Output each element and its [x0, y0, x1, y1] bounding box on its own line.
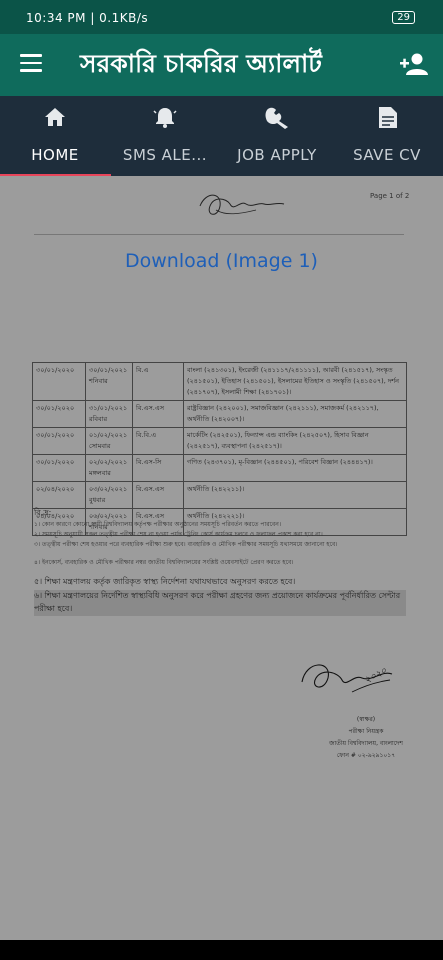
note-item: ৫। শিক্ষা মন্ত্রণালয় কর্তৃক জারিকৃত স্ব… [34, 577, 296, 586]
download-link[interactable]: Download (Image 1) [0, 250, 443, 272]
tab-sms-alert[interactable]: SMS ALE... [110, 96, 220, 176]
note-item: ৪। ইনকোর্স, ব্যবহারিক ও মৌখিক পরীক্ষার ন… [34, 559, 294, 566]
table-cell: অর্থনীতি (২৪২২১১)। [183, 481, 407, 509]
battery-icon: 29 [392, 11, 415, 24]
table-cell: বি.বি.এ [132, 427, 184, 455]
notice-content[interactable]: Page 1 of 2 Download (Image 1) ৩০/০১/২০২… [0, 176, 443, 940]
page-number: Page 1 of 2 [370, 192, 410, 200]
table-cell: ৩০/০১/২০২০ [32, 454, 86, 482]
home-icon [45, 108, 65, 126]
signature-bottom [301, 664, 393, 693]
signatory-line: পরীক্ষা নিয়ন্ত্রক [348, 728, 384, 735]
signatory-line: ফোন # ০২-৯২৯১০১৭ [336, 752, 396, 759]
signatory-line: (স্বাক্ষর) [356, 716, 376, 723]
tab-save-cv[interactable]: SAVE CV [332, 96, 442, 176]
wrench-icon [265, 107, 288, 129]
tab-home[interactable]: HOME [0, 96, 110, 176]
table-cell: ০২/০৪/২০২০ [32, 481, 86, 509]
menu-icon[interactable] [20, 54, 42, 72]
status-left: 10:34 PM | 0.1KB/s [26, 11, 149, 25]
table-cell: রাষ্ট্রবিজ্ঞান (২৪২০০১), সমাজবিজ্ঞান (২৪… [183, 400, 407, 428]
table-cell: বি.এস.এস [132, 400, 184, 428]
table-cell: ৩০/০১/২০২০ [32, 400, 86, 428]
document-icon [379, 107, 397, 128]
tab-home-label: HOME [31, 146, 79, 164]
note-item: ৩। তত্ত্বীয় পরীক্ষা শেষ হওয়ার পরে ব্যব… [34, 541, 338, 548]
table-cell: ৩১/০১/২০২১ রবিবার [85, 400, 133, 428]
tab-job-apply[interactable]: JOB APPLY [222, 96, 332, 176]
divider [34, 234, 404, 235]
tab-save-cv-label: SAVE CV [353, 146, 421, 164]
signatory-line: জাতীয় বিশ্ববিদ্যালয়, বাংলাদেশ [329, 740, 403, 747]
table-cell: বাংলা (২৪১৩০১), ইংরেজী (২৪১১১৭/২৪১১১১), … [183, 362, 407, 401]
table-cell: বি.এ [132, 362, 184, 401]
tab-bar: HOME SMS ALE... JOB APPLY SAVE CV [0, 96, 443, 176]
table-cell: ৩০/০১/২০২০ [32, 362, 86, 401]
tab-sms-alert-label: SMS ALE... [122, 146, 208, 164]
table-row: ৩০/০১/২০২০ ০২/০২/২০২১ মঙ্গলবার বি.এস-সি … [32, 454, 407, 482]
bell-icon [153, 108, 177, 128]
add-user-icon[interactable] [399, 51, 429, 77]
table-cell: ০২/০২/২০২১ মঙ্গলবার [85, 454, 133, 482]
app-bar: সরকারি চাকরির অ্যালার্ট [0, 34, 443, 96]
network-speed: 0.1KB/s [99, 11, 149, 25]
table-row: ৩০/০১/২০২০ ০১/০২/২০২১ সোমবার বি.বি.এ মার… [32, 427, 407, 455]
table-cell: বি.এস.এস [132, 481, 184, 509]
highlighted-note: ৬। শিক্ষা মন্ত্রণালয়ের নির্দেশিত স্বাস্… [34, 590, 406, 616]
status-bar: 10:34 PM | 0.1KB/s 29 [0, 0, 443, 34]
table-row: ৩০/০১/২০২০ ৩১/০১/২০২১ রবিবার বি.এস.এস রা… [32, 400, 407, 428]
table-cell: বি.এস-সি [132, 454, 184, 482]
table-cell: ৩০/০১/২০২০ [32, 427, 86, 455]
table-cell: ৩০/০১/২০২১ শনিবার [85, 362, 133, 401]
table-row: ০২/০৪/২০২০ ০৩/০২/২০২১ বুধবার বি.এস.এস অর… [32, 481, 407, 509]
table-cell: মার্কেটিং (২৪২৫০১), ফিন্যান্স এন্ড ব্যাং… [183, 427, 407, 455]
tab-job-apply-label: JOB APPLY [237, 146, 317, 164]
signature-top [199, 194, 285, 215]
table-cell: ০৩/০২/২০২১ বুধবার [85, 481, 133, 509]
table-cell: ০১/০২/২০২১ সোমবার [85, 427, 133, 455]
app-title: সরকারি চাকরির অ্যালার্ট [80, 49, 322, 78]
table-cell: গণিত (২৪৩৭০১), মৃ-বিজ্ঞান (২৪৪৫০১), পরিব… [183, 454, 407, 482]
table-row: ৩০/০১/২০২০ ৩০/০১/২০২১ শনিবার বি.এ বাংলা … [32, 362, 407, 401]
system-nav-bar [0, 940, 443, 960]
status-time: 10:34 PM [26, 11, 86, 25]
exam-schedule-table: ৩০/০১/২০২০ ৩০/০১/২০২১ শনিবার বি.এ বাংলা … [32, 362, 407, 536]
